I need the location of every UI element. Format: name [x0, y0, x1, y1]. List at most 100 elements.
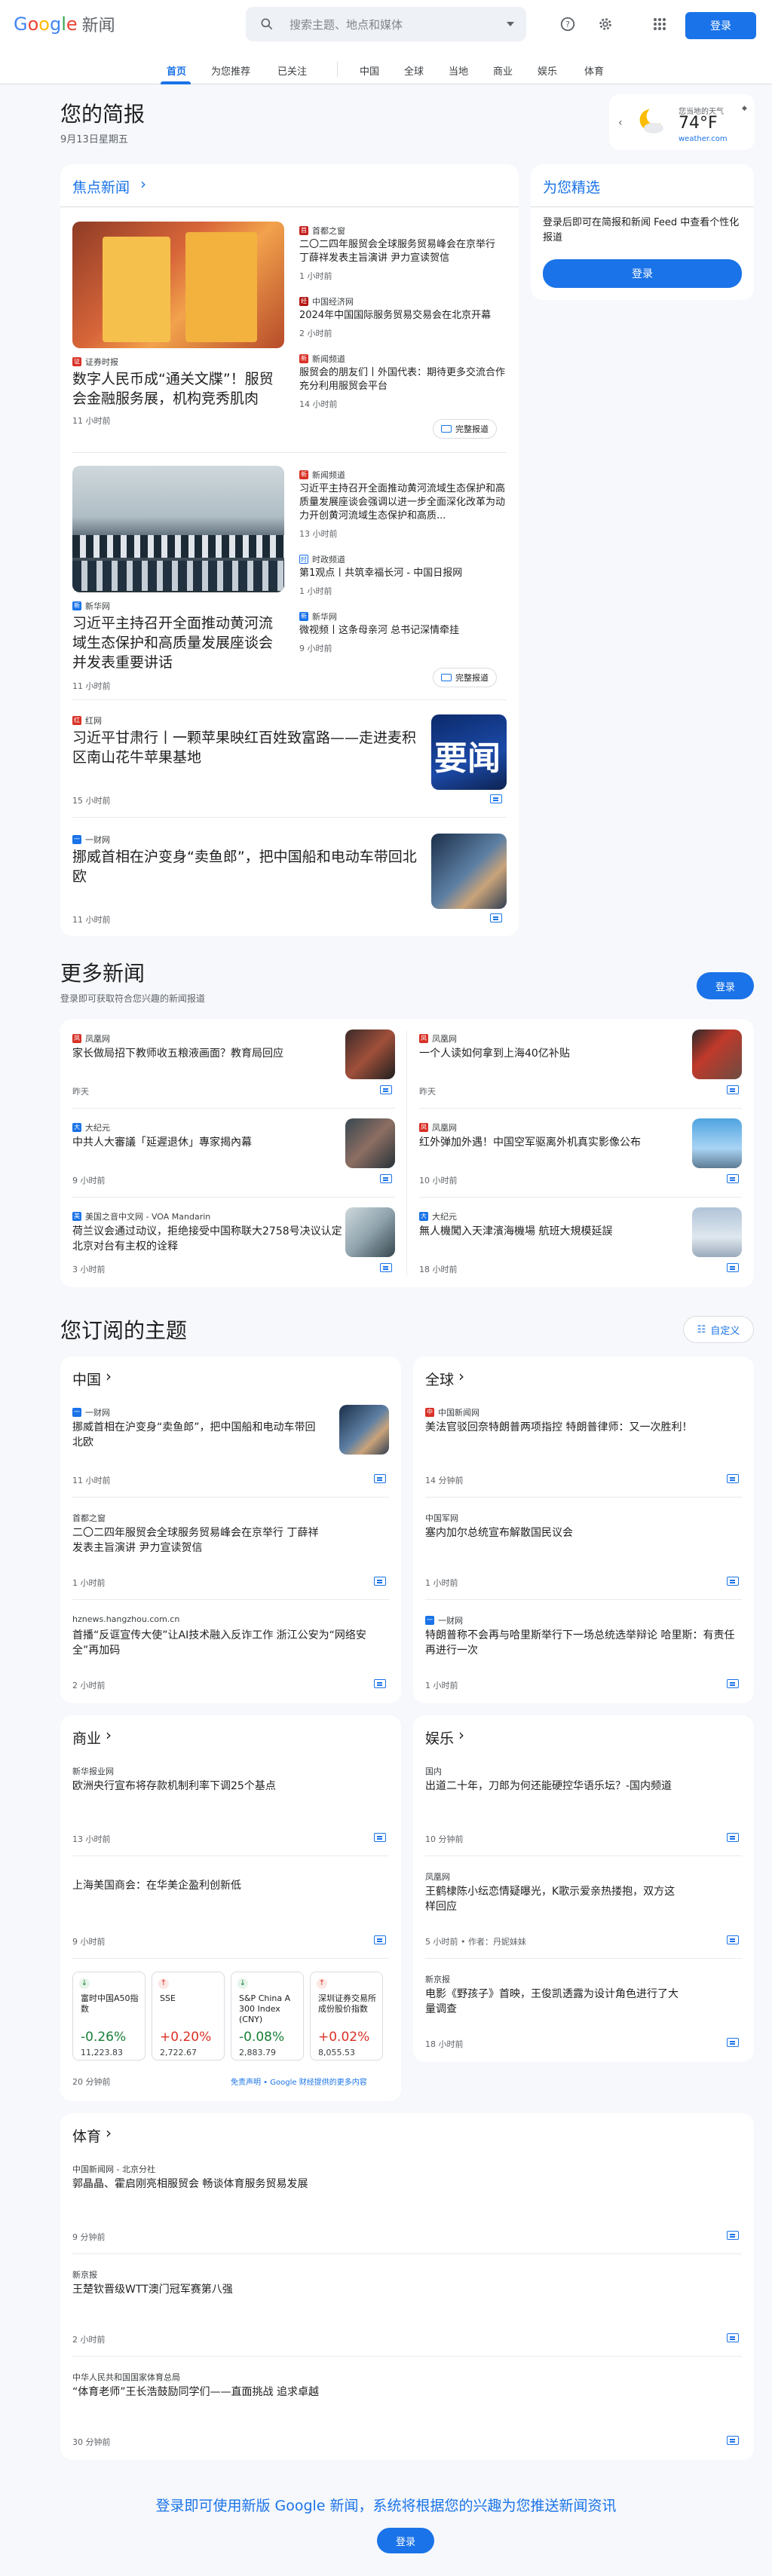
story-title[interactable]: 二〇二四年服贸会全球服务贸易峰会在京举行 丁薛祥发表主旨演讲 尹力宣读贺信: [299, 238, 507, 265]
full-coverage-icon[interactable]: [490, 913, 502, 922]
full-coverage-icon[interactable]: [374, 1679, 386, 1688]
story-title[interactable]: 首播“反诓宣传大使”让AI技术融入反诈工作 浙江公安为“网络安全”再加码: [72, 1628, 374, 1658]
story-title[interactable]: 第1观点丨共筑幸福长河 - 中国日报网: [299, 567, 507, 580]
topic-title[interactable]: 商业: [72, 1727, 101, 1748]
search-input[interactable]: 搜索主题、地点和媒体: [290, 17, 403, 32]
full-coverage-icon[interactable]: [727, 1833, 739, 1842]
story-title[interactable]: 微视频丨这条母亲河 总书记深情牵挂: [299, 624, 507, 638]
signin-button[interactable]: 登录: [685, 12, 756, 39]
full-coverage-icon[interactable]: [374, 1833, 386, 1842]
story-title[interactable]: 出道二十年，刀郎为何还能硬控华语乐坛？-国内频道: [425, 1779, 742, 1794]
tab-sports[interactable]: 体育: [584, 63, 604, 78]
story-image[interactable]: [72, 222, 284, 348]
topic-title[interactable]: 全球: [425, 1369, 454, 1389]
full-coverage-button[interactable]: 完整报道: [433, 668, 497, 687]
full-coverage-icon[interactable]: [727, 1935, 739, 1944]
full-coverage-icon[interactable]: [380, 1085, 392, 1094]
story-title[interactable]: 数字人民币成“通关文牒”！服贸会金融服务展，机构竞秀肌肉: [72, 369, 284, 408]
tab-world[interactable]: 全球: [404, 63, 424, 78]
full-coverage-icon[interactable]: [727, 1263, 739, 1272]
apps-grid-icon[interactable]: [651, 15, 669, 33]
story-title[interactable]: 一个人读如何拿到上海40亿补贴: [419, 1046, 691, 1061]
story-title[interactable]: 中共人大審議「延遲退休」專家揭內幕: [72, 1135, 344, 1150]
full-coverage-icon[interactable]: [727, 1085, 739, 1094]
topic-title[interactable]: 体育: [72, 2125, 101, 2146]
full-coverage-icon[interactable]: [374, 1577, 386, 1586]
story-title[interactable]: 王楚钦晋级WTT澳门冠军赛第八强: [72, 2282, 721, 2297]
full-coverage-icon[interactable]: [374, 1474, 386, 1483]
tab-home[interactable]: 首页: [167, 63, 186, 78]
story-title[interactable]: 特朗普称不会再与哈里斯举行下一场总统选举辩论 哈里斯：有责任再进行一次: [425, 1628, 742, 1658]
tab-business[interactable]: 商业: [493, 63, 513, 78]
tab-china[interactable]: 中国: [360, 63, 379, 78]
story-image[interactable]: [72, 466, 284, 592]
full-coverage-icon[interactable]: [727, 2333, 739, 2342]
story-title[interactable]: 家长做局招下教师收五粮液画面？教育局回应: [72, 1046, 344, 1061]
tab-for-you[interactable]: 为您推荐: [211, 63, 250, 78]
story-thumbnail[interactable]: [345, 1118, 395, 1168]
search-icon[interactable]: [259, 17, 274, 32]
google-news-logo[interactable]: Google 新闻: [14, 12, 115, 36]
full-coverage-icon[interactable]: [727, 2436, 739, 2445]
expand-icon[interactable]: ◆: [742, 105, 747, 112]
chevron-right-icon[interactable]: ›: [106, 1726, 112, 1744]
story-title[interactable]: 挪威首相在沪变身“卖鱼郎”，把中国船和电动车带回北欧: [72, 1420, 323, 1450]
top-stories-heading[interactable]: 焦点新闻: [72, 176, 130, 197]
story-title[interactable]: 电影《野孩子》首映，王俊凯透露为设计角色进行了大量调查: [425, 1987, 682, 2017]
full-coverage-icon[interactable]: [727, 1577, 739, 1586]
chevron-right-icon[interactable]: ›: [106, 1367, 112, 1385]
story-title[interactable]: 2024年中国国际服务贸易交易会在北京开幕: [299, 309, 507, 323]
topic-title[interactable]: 中国: [72, 1369, 101, 1389]
gear-icon[interactable]: [596, 15, 614, 33]
story-title[interactable]: 二〇二四年服贸会全球服务贸易峰会在京举行 丁薛祥发表主旨演讲 尹力宣读贺信: [72, 1525, 329, 1556]
full-coverage-icon[interactable]: [490, 794, 502, 803]
tab-following[interactable]: 已关注: [277, 63, 307, 78]
full-coverage-icon[interactable]: [380, 1174, 392, 1183]
search-box[interactable]: 搜索主题、地点和媒体: [246, 7, 526, 41]
story-title[interactable]: “体育老师”王长浩鼓励同学们——直面挑战 追求卓越: [72, 2385, 721, 2400]
chevron-right-icon[interactable]: ›: [106, 2124, 112, 2142]
stock-card[interactable]: ↓ S&P China A 300 Index (CNY) -0.08% 2,883.…: [231, 1972, 304, 2060]
full-coverage-icon[interactable]: [727, 1174, 739, 1183]
chevron-right-icon[interactable]: ›: [140, 175, 146, 193]
full-coverage-icon[interactable]: [380, 1263, 392, 1272]
story-title[interactable]: 王鹤棣陈小纭恋情疑曝光，K歌示爱亲热搂抱，双方这样回应: [425, 1884, 682, 1914]
search-dropdown-icon[interactable]: [507, 22, 514, 26]
story-title[interactable]: 红外弹加外遇！中国空军驱离外机真实影像公布: [419, 1135, 691, 1150]
footer-signin-button[interactable]: 登录: [377, 2528, 434, 2553]
full-coverage-icon[interactable]: [374, 1935, 386, 1944]
more-news-signin-button[interactable]: 登录: [697, 972, 754, 999]
customize-button[interactable]: ☷ 自定义: [683, 1316, 754, 1343]
help-icon[interactable]: ?: [559, 15, 577, 33]
chevron-left-icon[interactable]: ‹: [618, 117, 623, 129]
story-thumbnail[interactable]: [431, 834, 507, 909]
full-coverage-icon[interactable]: [727, 2038, 739, 2047]
full-coverage-icon[interactable]: [727, 1474, 739, 1483]
story-thumbnail[interactable]: [692, 1118, 742, 1168]
story-title[interactable]: 服贸会的朋友们丨外国代表：期待更多交流合作 充分利用服贸会平台: [299, 366, 507, 393]
story-title[interactable]: 习近平甘肃行丨一颗苹果映红百姓致富路——走进麦积区南山花牛苹果基地: [72, 728, 419, 767]
full-coverage-icon[interactable]: [727, 1679, 739, 1688]
full-coverage-icon[interactable]: [727, 2231, 739, 2240]
story-thumbnail[interactable]: [692, 1029, 742, 1079]
story-thumbnail[interactable]: [345, 1029, 395, 1079]
story-title[interactable]: 美法官驳回奈特朗普两项指控 特朗普律师：又一次胜利！: [425, 1420, 742, 1435]
stock-card[interactable]: ↑ 深圳证券交易所成份股价指数 +0.02% 8,055.53: [310, 1972, 383, 2060]
story-title[interactable]: 习近平主持召开全面推动黄河流域生态保护和高质量发展座谈会强调以进一步全面深化改革…: [299, 482, 507, 523]
story-title[interactable]: 荷兰议会通过动议，拒绝接受中国称联大2758号决议认定北京对台有主权的诠释: [72, 1224, 344, 1254]
story-thumbnail[interactable]: [345, 1207, 395, 1257]
story-title[interactable]: 挪威首相在沪变身“卖鱼郎”，把中国船和电动车带回北欧: [72, 847, 419, 886]
topic-title[interactable]: 娱乐: [425, 1727, 454, 1748]
story-title[interactable]: 郭晶晶、霍启刚亮相服贸会 畅谈体育服务贸易发展: [72, 2177, 721, 2192]
tab-entertainment[interactable]: 娱乐: [538, 63, 557, 78]
weather-widget[interactable]: ‹ 您当地的天气 74°F weather.com ◆: [609, 94, 755, 150]
story-title[interactable]: 欧洲央行宣布将存款机制利率下调25个基点: [72, 1779, 389, 1794]
story-title[interactable]: 上海美国商会：在华美企盈利创新低: [72, 1878, 389, 1893]
weather-source[interactable]: weather.com: [679, 135, 728, 143]
story-title[interactable]: 無人機闖入天津濱海機場 航班大規模延誤: [419, 1224, 691, 1239]
finance-disclaimer-link[interactable]: 免责声明 • Google 财经提供的更多内容: [231, 2076, 367, 2087]
stock-card[interactable]: ↑ SSE +0.20% 2,722.67: [152, 1972, 225, 2060]
full-coverage-button[interactable]: 完整报道: [433, 419, 497, 439]
story-title[interactable]: 习近平主持召开全面推动黄河流域生态保护和高质量发展座谈会并发表重要讲话: [72, 613, 284, 672]
chevron-right-icon[interactable]: ›: [458, 1367, 464, 1385]
